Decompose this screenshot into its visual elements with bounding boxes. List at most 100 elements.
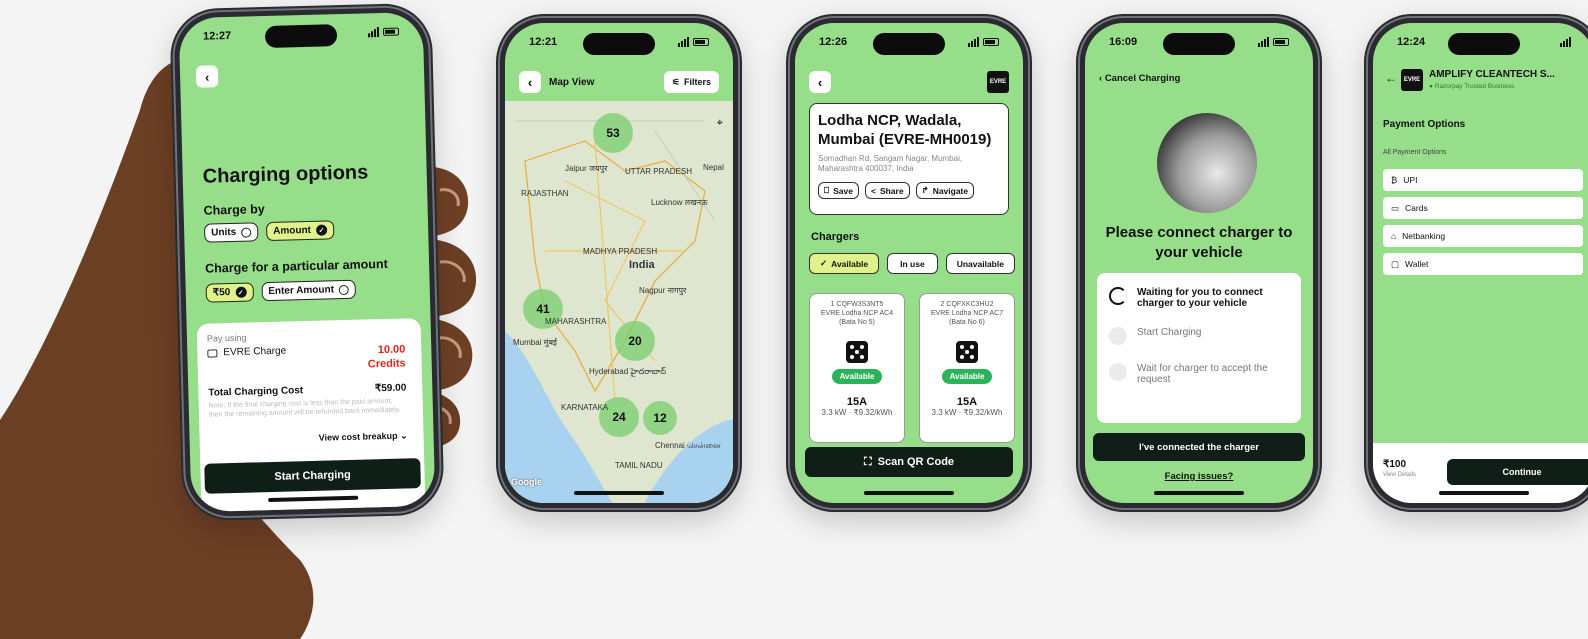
share-label: Share: [879, 185, 904, 196]
pay-method[interactable]: EVRE Charge: [207, 346, 286, 359]
status-bar: 12:24: [1397, 36, 1571, 48]
scan-qr-button[interactable]: ⛶ Scan QR Code: [805, 447, 1013, 477]
step-text: Wait for charger to accept the request: [1137, 363, 1268, 385]
map-label: Nepal: [703, 163, 724, 172]
signal-icon: [1258, 37, 1269, 47]
merchant-sub: ● Razorpay Trusted Business: [1429, 83, 1514, 90]
enter-amount-label: Enter Amount: [268, 284, 335, 298]
home-indicator: [864, 491, 954, 495]
status-time: 12:27: [202, 29, 232, 43]
breakup-label: View cost breakup: [318, 430, 398, 443]
scan-label: Scan QR Code: [877, 456, 955, 468]
filter-unavailable[interactable]: Unavailable: [945, 253, 1015, 274]
back-button[interactable]: ‹: [519, 71, 541, 93]
battery-icon: [983, 38, 999, 46]
phone-map-view: 12:21 ‹ Map View ⚟ Filters 53 41 20 24 1…: [496, 14, 742, 512]
facing-issues-link[interactable]: Facing issues?: [1085, 471, 1313, 482]
filter-available[interactable]: ✓ Available: [809, 253, 880, 274]
filter-in-use[interactable]: In use: [887, 253, 938, 274]
enter-amount-chip[interactable]: Enter Amount: [261, 279, 357, 302]
step-text: Waiting for you to connect charger to yo…: [1137, 287, 1263, 309]
pay-method-label: EVRE Charge: [223, 345, 287, 359]
connected-button[interactable]: I've connected the charger: [1093, 433, 1305, 461]
bookmark-icon: ⎕: [824, 185, 830, 196]
navigate-icon: ↱: [921, 185, 929, 196]
back-button[interactable]: ‹: [809, 71, 831, 93]
radio-icon: [241, 226, 252, 238]
map-label: UTTAR PRADESH: [625, 167, 692, 176]
map-label: RAJASTHAN: [521, 189, 569, 198]
payment-option-wallet[interactable]: ▢ Wallet: [1383, 253, 1583, 275]
view-details-link[interactable]: View Details: [1383, 472, 1416, 478]
charger-code: CQFXKC3HU2: [946, 301, 994, 308]
map-cluster[interactable]: 12: [643, 401, 677, 435]
verified-icon: ●: [1429, 83, 1433, 90]
start-charging-button[interactable]: Start Charging: [204, 458, 421, 494]
status-bar: 12:21: [529, 36, 709, 48]
payment-options-title: Payment Options: [1383, 119, 1466, 130]
battery-icon: [382, 27, 400, 36]
charger-card[interactable]: 1 CQFW3S3NT5 EVRE Lodha NCP AC4 (Bata No…: [809, 293, 905, 443]
filters-button[interactable]: ⚟ Filters: [663, 71, 719, 93]
map-label: Jaipur जयपुर: [565, 164, 608, 173]
option-label: Wallet: [1405, 259, 1429, 269]
map-cluster[interactable]: 53: [593, 113, 633, 153]
payment-option-netbanking[interactable]: ⌂ Netbanking: [1383, 225, 1583, 247]
map-label: Hyderabad హైదరాబాద్: [589, 367, 666, 376]
locate-icon[interactable]: ⌖: [717, 117, 723, 130]
status-time: 16:09: [1109, 36, 1138, 48]
amount-chip-50[interactable]: ₹50 ✓: [205, 282, 254, 303]
share-button[interactable]: < Share: [864, 182, 910, 200]
spinner-icon: [1109, 287, 1127, 305]
payment-option-cards[interactable]: ▭ Cards: [1383, 197, 1583, 219]
check-icon: ✓: [820, 258, 828, 268]
back-arrow-icon[interactable]: ←: [1385, 71, 1397, 85]
check-icon: ✓: [315, 224, 328, 236]
pending-icon: [1109, 363, 1127, 381]
save-button[interactable]: ⎕ Save: [818, 182, 859, 200]
qr-icon: ⛶: [863, 455, 872, 468]
map-label: India: [629, 259, 655, 271]
wallet-icon: ▢: [1391, 258, 1400, 269]
status-time: 12:24: [1397, 36, 1426, 48]
map-label: Mumbai मुंबई: [513, 338, 557, 347]
back-button[interactable]: ‹: [195, 65, 219, 88]
credits-value: 10.00: [377, 343, 406, 357]
units-option[interactable]: Units: [203, 222, 259, 243]
charger-header: 2 CQFXKC3HU2: [924, 300, 1010, 309]
bank-icon: ⌂: [1391, 231, 1397, 241]
amount-option[interactable]: Amount ✓: [265, 220, 335, 242]
map[interactable]: 53 41 20 24 12 Jaipur जयपुर UTTAR PRADES…: [505, 101, 733, 503]
charger-rate: 3.3 kW · ₹9.32/kWh: [931, 408, 1003, 418]
check-icon: ✓: [235, 286, 247, 298]
radio-icon: [338, 284, 350, 295]
phone-charging-options: 12:27 ‹ Charging options Charge by Units…: [169, 2, 445, 522]
continue-button[interactable]: Continue: [1447, 459, 1588, 485]
refund-note: Note: If the final charging cost is less…: [208, 397, 401, 420]
step-text: Start Charging: [1137, 327, 1202, 338]
all-payment-options: All Payment Options: [1383, 149, 1447, 156]
station-card: Lodha NCP, Wadala, Mumbai (EVRE-MH0019) …: [809, 103, 1009, 215]
wallet-icon: [207, 348, 218, 358]
status-bar: 12:27: [202, 26, 400, 43]
cancel-charging-link[interactable]: ‹ Cancel Charging: [1099, 73, 1180, 84]
step-item: Waiting for you to connect charger to yo…: [1109, 287, 1289, 309]
map-label: MADHYA PRADESH: [583, 247, 658, 256]
option-label: UPI: [1403, 175, 1418, 185]
signal-icon: [678, 37, 689, 47]
map-label: Nagpur नागपुर: [639, 286, 687, 295]
charger-card[interactable]: 2 CQFXKC3HU2 EVRE Lodha NCP AC7 (Bata No…: [919, 293, 1015, 443]
steps-card: Waiting for you to connect charger to yo…: [1097, 273, 1301, 423]
screen: 12:27 ‹ Charging options Charge by Units…: [178, 11, 436, 513]
particular-amount-label: Charge for a particular amount: [204, 256, 388, 276]
payment-option-upi[interactable]: ₿ UPI: [1383, 169, 1583, 191]
map-cluster[interactable]: 20: [615, 321, 655, 361]
view-cost-breakup[interactable]: View cost breakup ⌄: [319, 430, 408, 443]
charger-header: 1 CQFW3S3NT5: [814, 300, 900, 309]
status-bar: 16:09: [1109, 36, 1289, 48]
battery-icon: [693, 38, 709, 46]
chevron-left-icon: ‹: [1099, 73, 1103, 84]
credits-balance: 10.00 Credits: [367, 342, 406, 372]
navigate-button[interactable]: ↱ Navigate: [915, 182, 975, 200]
filter-available-label: Available: [831, 258, 869, 269]
